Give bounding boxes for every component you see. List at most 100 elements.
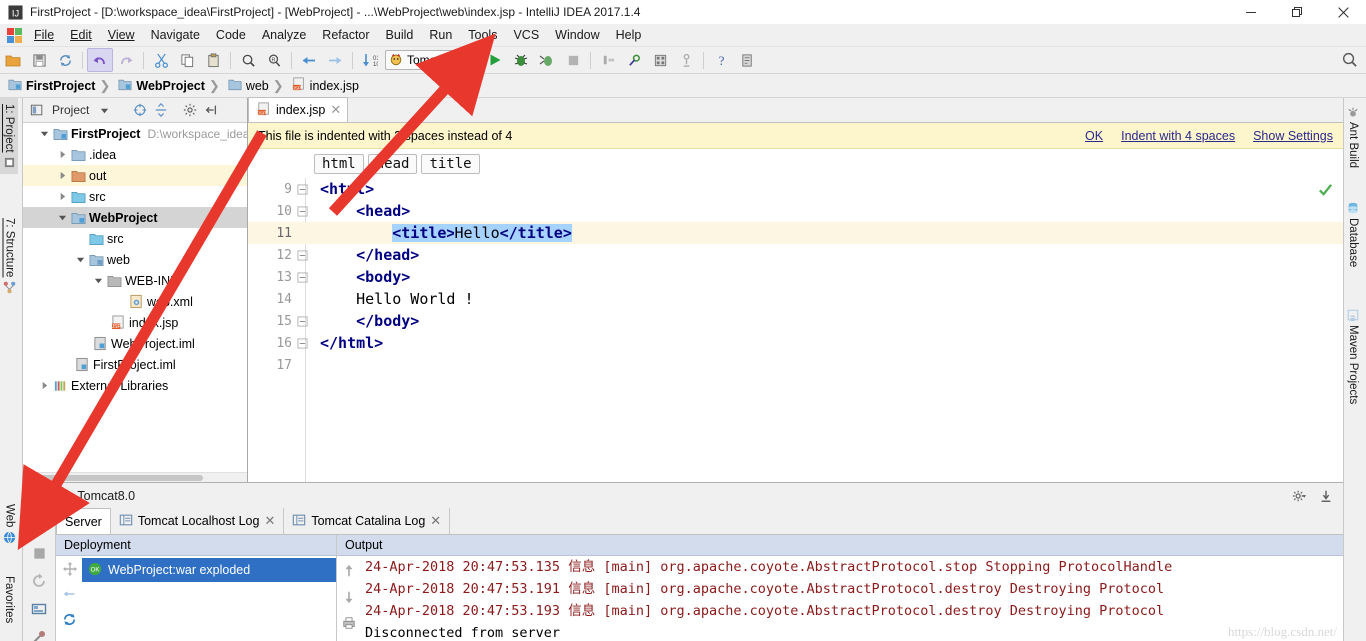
sdk-icon[interactable] [673, 48, 699, 72]
hide-icon[interactable] [201, 101, 220, 120]
chevron-right-icon[interactable] [37, 381, 51, 390]
paste-icon[interactable] [200, 48, 226, 72]
code-line-14[interactable]: 14 Hello World ! [248, 288, 1343, 310]
sidebar-item-structure[interactable]: 7: Structure [0, 212, 19, 300]
save-all-icon[interactable] [26, 48, 52, 72]
menu-item-navigate[interactable]: Navigate [143, 25, 208, 45]
scroll-from-source-icon[interactable] [130, 101, 149, 120]
menu-item-edit[interactable]: Edit [62, 25, 100, 45]
breadcrumb-item-webproject[interactable]: WebProject [110, 75, 209, 97]
sidebar-item-database[interactable]: Database [1344, 196, 1362, 273]
menu-item-tools[interactable]: Tools [460, 25, 505, 45]
sidebar-item-project[interactable]: 1: Project [0, 98, 18, 174]
copy-icon[interactable] [174, 48, 200, 72]
code-line-13[interactable]: 13 <body> [248, 266, 1343, 288]
code-line-16[interactable]: 16 </html> [248, 332, 1343, 354]
settings-icon[interactable] [621, 48, 647, 72]
deployment-item-webproject-war[interactable]: OK WebProject:war exploded [82, 558, 336, 582]
fold-marker-icon[interactable] [294, 315, 310, 327]
redeploy-icon[interactable] [62, 612, 77, 630]
menu-item-build[interactable]: Build [378, 25, 422, 45]
chevron-down-icon[interactable] [73, 255, 87, 264]
sync-icon[interactable] [52, 48, 78, 72]
thread-dump-icon[interactable] [23, 623, 55, 641]
menu-item-file[interactable]: File [26, 25, 62, 45]
fold-marker-icon[interactable] [294, 337, 310, 349]
print-icon[interactable] [337, 610, 361, 636]
redo-icon[interactable] [113, 48, 139, 72]
menu-item-code[interactable]: Code [208, 25, 254, 45]
close-icon[interactable] [1320, 0, 1366, 24]
fold-marker-icon[interactable] [294, 271, 310, 283]
help-icon[interactable]: ? [708, 48, 734, 72]
run-tab-tomcat-localhost-log[interactable]: Tomcat Localhost Log ✕ [111, 508, 285, 534]
notification-action-indent[interactable]: Indent with 4 spaces [1121, 129, 1235, 143]
chevron-down-icon[interactable] [91, 276, 105, 285]
gear-icon[interactable] [180, 101, 199, 120]
notification-action-ok[interactable]: OK [1085, 129, 1103, 143]
restart-icon[interactable] [23, 567, 55, 595]
project-tree-horizontal-scrollbar[interactable] [23, 472, 247, 482]
search-everywhere-icon[interactable] [1341, 51, 1358, 71]
close-icon[interactable]: ✕ [430, 513, 441, 529]
minimize-icon[interactable] [1228, 0, 1274, 24]
run-configuration-selector[interactable]: Tomcat8.0 [385, 50, 481, 70]
run-coverage-icon[interactable] [534, 48, 560, 72]
sidebar-item-favorites[interactable]: Favorites [0, 570, 18, 629]
sidebar-item-maven-projects[interactable]: m Maven Projects [1344, 303, 1362, 410]
project-structure-icon[interactable] [647, 48, 673, 72]
chevron-down-icon[interactable] [466, 53, 475, 67]
editor-tab-indexjsp[interactable]: JSP index.jsp ✕ [248, 97, 349, 122]
back-icon[interactable] [296, 48, 322, 72]
tree-row-external-libraries[interactable]: External Libraries [23, 375, 247, 396]
code-line-17[interactable]: 17 [248, 354, 1343, 376]
menu-item-window[interactable]: Window [547, 25, 607, 45]
breadcrumb-chip-html[interactable]: html [314, 153, 364, 174]
sidebar-item-web[interactable]: Web [0, 498, 19, 550]
menu-item-view[interactable]: View [100, 25, 143, 45]
tree-row-webxml[interactable]: web.xml [23, 291, 247, 312]
console-output[interactable]: 24-Apr-2018 20:47:53.135 信息 [main] org.a… [361, 556, 1343, 641]
code-line-10[interactable]: 10 <head> [248, 200, 1343, 222]
build-icon[interactable] [595, 48, 621, 72]
stop-icon[interactable] [23, 539, 55, 567]
tree-row-webproject[interactable]: WebProject [23, 207, 247, 228]
close-icon[interactable]: ✕ [264, 513, 275, 529]
tree-row-web-inf[interactable]: WEB-INF [23, 270, 247, 291]
replace-icon[interactable]: R [261, 48, 287, 72]
sidebar-item-ant-build[interactable]: Ant Build [1344, 100, 1362, 174]
update-project-icon[interactable]: 0110 [357, 48, 383, 72]
menu-item-refactor[interactable]: Refactor [314, 25, 377, 45]
tree-row-webproject-src[interactable]: src [23, 228, 247, 249]
tree-row-firstproject[interactable]: FirstProject D:\workspace_idea [23, 123, 247, 144]
breadcrumb-item-firstproject[interactable]: FirstProject [0, 75, 99, 97]
tree-row-idea[interactable]: .idea [23, 144, 247, 165]
fold-marker-icon[interactable] [294, 249, 310, 261]
close-icon[interactable]: ✕ [330, 102, 341, 118]
code-line-12[interactable]: 12 </head> [248, 244, 1343, 266]
chevron-down-icon[interactable] [95, 101, 114, 120]
forward-icon[interactable] [322, 48, 348, 72]
maximize-icon[interactable] [1274, 0, 1320, 24]
menu-item-vcs[interactable]: VCS [505, 25, 547, 45]
menu-item-run[interactable]: Run [421, 25, 460, 45]
fold-marker-icon[interactable] [294, 183, 310, 195]
tree-row-web[interactable]: web [23, 249, 247, 270]
menu-item-help[interactable]: Help [608, 25, 650, 45]
tree-row-src-root[interactable]: src [23, 186, 247, 207]
stop-icon[interactable] [560, 48, 586, 72]
project-tree[interactable]: FirstProject D:\workspace_idea .idea out… [23, 123, 247, 472]
chevron-down-icon[interactable] [55, 213, 69, 222]
tree-row-indexjsp[interactable]: JSP index.jsp [23, 312, 247, 333]
chevron-down-icon[interactable] [37, 129, 51, 138]
scroll-up-icon[interactable] [337, 558, 361, 584]
cut-icon[interactable] [148, 48, 174, 72]
undeploy-icon[interactable] [63, 587, 77, 604]
code-line-9[interactable]: 9 <html> [248, 178, 1343, 200]
deploy-icon[interactable] [63, 561, 82, 579]
undo-icon[interactable] [87, 48, 113, 72]
chevron-right-icon[interactable] [55, 150, 69, 159]
breadcrumb-chip-head[interactable]: head [367, 153, 418, 174]
find-icon[interactable] [235, 48, 261, 72]
code-editor[interactable]: 9 <html> 10 <head> 11 <title>Hello</titl… [248, 178, 1343, 482]
